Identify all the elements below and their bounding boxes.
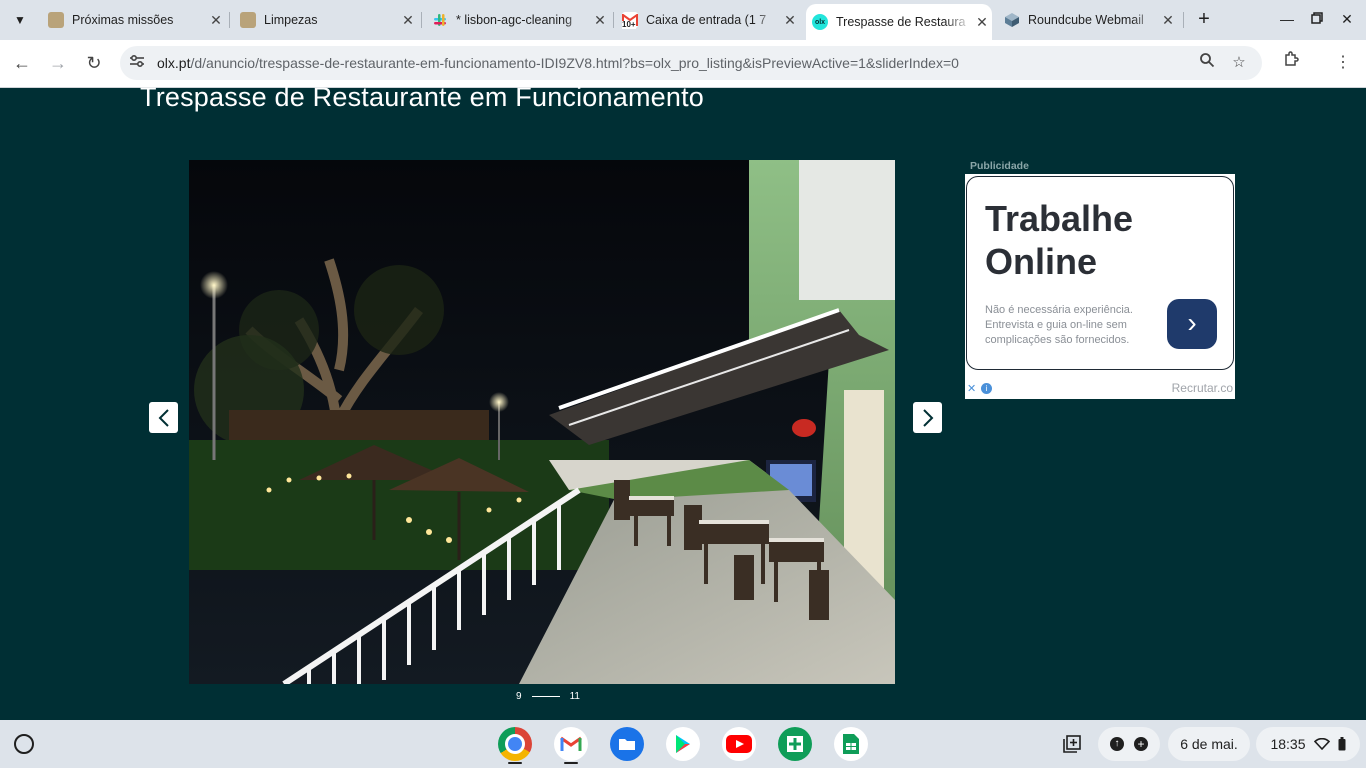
- tray-status-group[interactable]: ↑ +: [1098, 727, 1160, 761]
- listing-photo[interactable]: [189, 160, 895, 684]
- close-icon[interactable]: ✕: [1158, 12, 1178, 29]
- play-store-icon[interactable]: [666, 727, 700, 761]
- launcher-button[interactable]: [14, 734, 34, 754]
- running-indicator: [508, 762, 522, 764]
- tab-separator: [421, 12, 422, 28]
- pager-current: 9: [516, 691, 522, 702]
- running-indicator: [564, 762, 578, 764]
- tab-search-button[interactable]: ▼: [8, 8, 32, 32]
- restaurant-terrace-photo: [189, 160, 895, 684]
- photo-pager: 9 11: [516, 691, 580, 702]
- extensions-icon[interactable]: [1278, 50, 1304, 76]
- ad-subtext: Não é necessária experiência. Entrevista…: [985, 304, 1133, 346]
- ad-close-icon[interactable]: ✕: [967, 382, 976, 395]
- gmail-icon[interactable]: [554, 727, 588, 761]
- battery-icon: [1338, 737, 1346, 751]
- listing-title: Trespasse de Restaurante em Funcionament…: [140, 82, 704, 112]
- youtube-icon[interactable]: [722, 727, 756, 761]
- tasks-app-icon: [240, 12, 256, 28]
- tasks-app-icon: [48, 12, 64, 28]
- tab-roundcube[interactable]: Roundcube Webmail ✕: [998, 6, 1178, 34]
- previous-photo-button[interactable]: [149, 402, 178, 433]
- close-window-button[interactable]: ✕: [1335, 8, 1359, 32]
- tab-separator: [229, 12, 230, 28]
- chrome-icon[interactable]: [498, 727, 532, 761]
- ad-label: Publicidade: [970, 160, 1029, 172]
- date-tray[interactable]: 6 de mai.: [1168, 727, 1250, 761]
- files-icon[interactable]: [610, 727, 644, 761]
- address-bar[interactable]: olx.pt/d/anuncio/trespasse-de-restaurant…: [120, 46, 1262, 80]
- forward-button[interactable]: →: [45, 50, 71, 76]
- bookmark-star-icon[interactable]: ☆: [1228, 52, 1250, 74]
- tab-strip: ▼ Próximas missões ✕ Limpezas ✕ * lisbon…: [0, 0, 1366, 40]
- ad-card[interactable]: Trabalhe Online Não é necessária experiê…: [966, 176, 1234, 370]
- unread-badge: 10+: [622, 20, 636, 29]
- chrome-center: [505, 734, 525, 754]
- olx-icon: olx: [812, 14, 828, 30]
- gmail-icon: 10+: [622, 12, 638, 29]
- pager-divider: [531, 696, 560, 697]
- ad-headline: Trabalhe Online: [985, 198, 1134, 282]
- ad-brand: Recrutar.co: [1171, 381, 1233, 395]
- chevron-left-icon: [158, 408, 169, 427]
- url-path: /d/anuncio/trespasse-de-restaurante-em-f…: [190, 55, 959, 71]
- browser-toolbar: ← → ↻ olx.pt/d/anuncio/trespasse-de-rest…: [0, 40, 1366, 88]
- close-icon[interactable]: ✕: [206, 12, 226, 29]
- minimize-button[interactable]: —: [1275, 8, 1299, 32]
- arrow-left-icon: ←: [13, 53, 31, 73]
- status-area[interactable]: 18:35: [1256, 727, 1360, 761]
- close-icon[interactable]: ✕: [590, 12, 610, 29]
- close-icon[interactable]: ✕: [780, 12, 800, 29]
- new-tab-button[interactable]: +: [1192, 8, 1216, 32]
- menu-kebab-icon[interactable]: ⋮: [1330, 50, 1356, 76]
- restore-icon: [1311, 12, 1323, 24]
- sheets-add-on-icon[interactable]: [778, 727, 812, 761]
- add-icon: +: [1134, 737, 1148, 751]
- zoom-icon[interactable]: [1196, 52, 1218, 74]
- tab-separator: [613, 12, 614, 28]
- back-button[interactable]: ←: [9, 50, 35, 76]
- chromeos-shelf: ↑ + 6 de mai. 18:35: [0, 720, 1366, 768]
- google-sheets-icon[interactable]: [834, 727, 868, 761]
- tab-slack[interactable]: * lisbon-agc-cleaning ✕: [426, 6, 610, 34]
- clock-time: 18:35: [1270, 736, 1306, 752]
- ad-info-icon[interactable]: i: [981, 383, 992, 394]
- wifi-icon: [1313, 738, 1330, 750]
- reload-icon: ↻: [86, 53, 102, 73]
- roundcube-icon: [1004, 12, 1020, 28]
- restore-button[interactable]: [1305, 8, 1329, 32]
- url-host: olx.pt: [157, 55, 191, 71]
- screenshot-icon[interactable]: [1056, 727, 1088, 761]
- reload-button[interactable]: ↻: [81, 50, 107, 76]
- tab-separator: [1183, 12, 1184, 28]
- pager-total: 11: [569, 691, 580, 702]
- tab-proximas-missoes[interactable]: Próximas missões ✕: [42, 6, 226, 34]
- arrow-right-icon: →: [49, 53, 67, 73]
- chevron-down-icon: ▼: [14, 13, 26, 27]
- date-label: 6 de mai.: [1180, 736, 1238, 752]
- slack-icon: [432, 12, 448, 28]
- tab-limpezas[interactable]: Limpezas ✕: [234, 6, 418, 34]
- ad-go-button[interactable]: ›: [1167, 299, 1217, 349]
- tab-olx-active[interactable]: olx Trespasse de Restaura ✕: [806, 4, 992, 40]
- close-icon[interactable]: ✕: [398, 12, 418, 29]
- ad-banner[interactable]: Trabalhe Online Não é necessária experiê…: [965, 174, 1235, 399]
- upload-icon: ↑: [1110, 737, 1124, 751]
- site-settings-icon[interactable]: [128, 54, 146, 72]
- close-icon[interactable]: ✕: [972, 14, 992, 31]
- chevron-right-icon: ›: [1187, 307, 1197, 338]
- chevron-right-icon: [922, 408, 933, 427]
- tab-gmail[interactable]: 10+ Caixa de entrada (1 7 ✕: [616, 6, 800, 34]
- next-photo-button[interactable]: [913, 402, 942, 433]
- url-text[interactable]: olx.pt/d/anuncio/trespasse-de-restaurant…: [157, 55, 959, 71]
